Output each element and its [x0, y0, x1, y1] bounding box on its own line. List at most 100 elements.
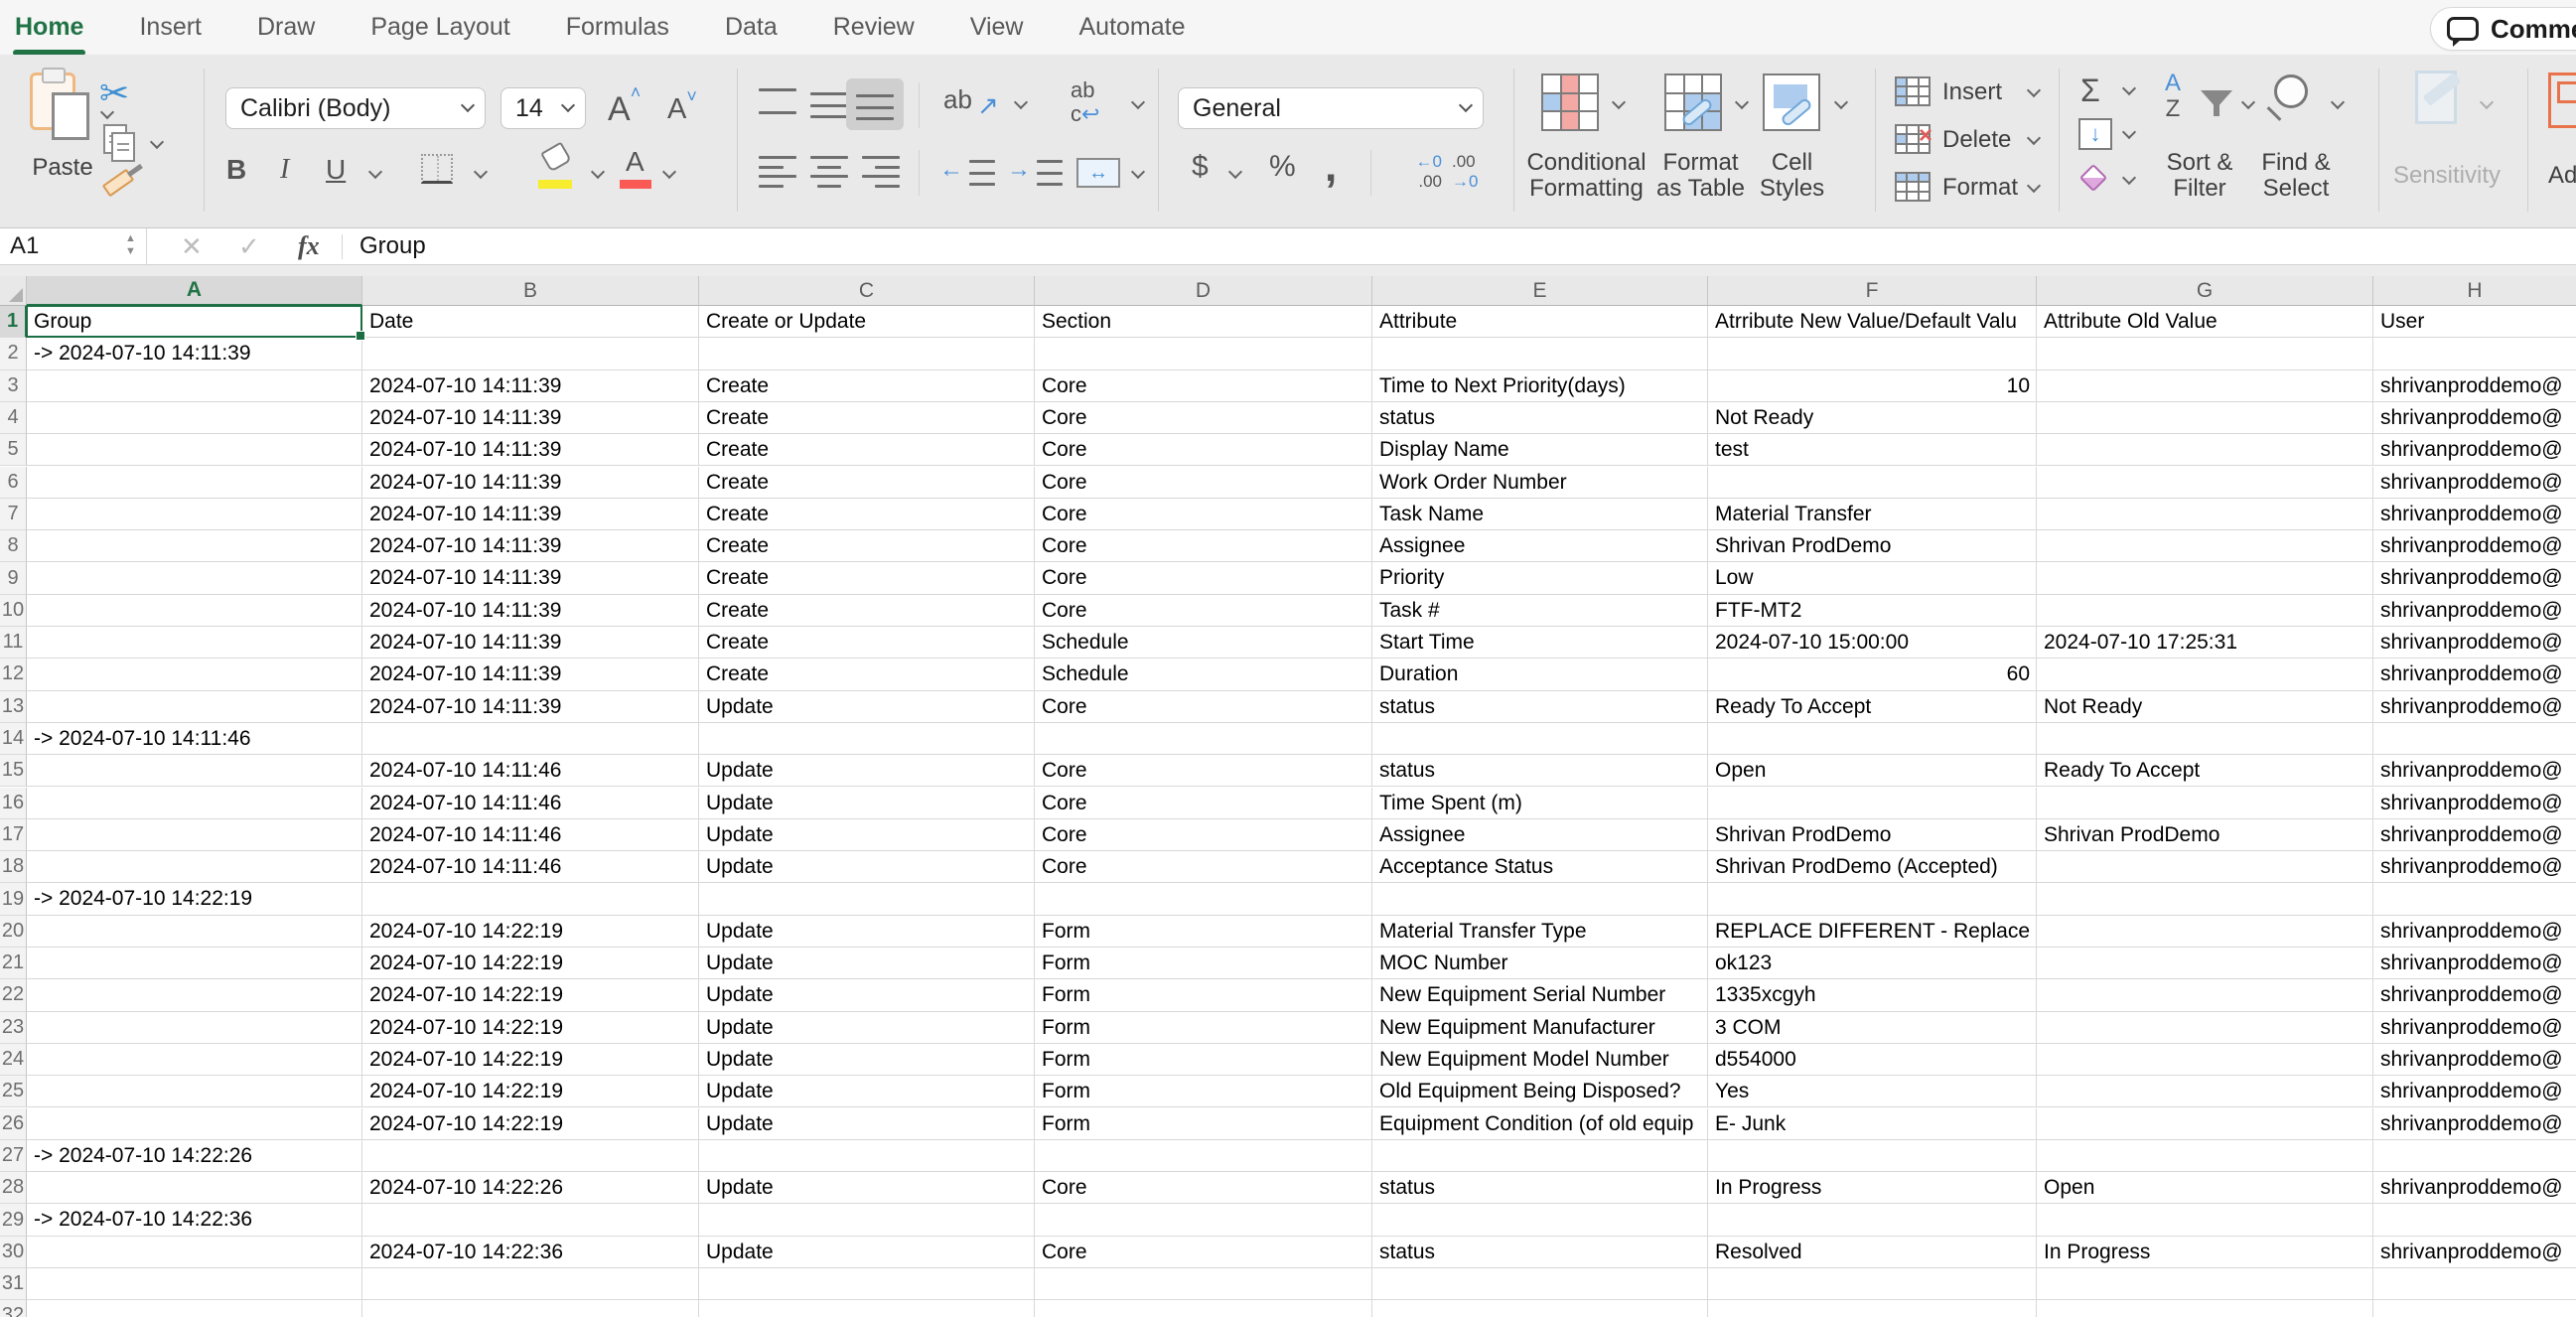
row-header-32[interactable]: 32: [0, 1300, 27, 1317]
cell-D19[interactable]: [1035, 883, 1372, 915]
tab-view[interactable]: View: [968, 9, 1026, 46]
cell-C21[interactable]: Update: [699, 948, 1035, 979]
cell-H3[interactable]: shrivanproddemo@: [2373, 370, 2576, 402]
font-name-select[interactable]: Calibri (Body): [225, 87, 486, 129]
cell-F4[interactable]: Not Ready: [1708, 402, 2037, 434]
cell-B28[interactable]: 2024-07-10 14:22:26: [362, 1172, 699, 1204]
cell-F9[interactable]: Low: [1708, 562, 2037, 594]
cell-D13[interactable]: Core: [1035, 691, 1372, 723]
cell-C23[interactable]: Update: [699, 1012, 1035, 1044]
cell-F24[interactable]: d554000: [1708, 1044, 2037, 1076]
comments-button[interactable]: Comments: [2430, 7, 2576, 51]
row-header-10[interactable]: 10: [0, 595, 27, 627]
cell-C13[interactable]: Update: [699, 691, 1035, 723]
cell-C15[interactable]: Update: [699, 755, 1035, 787]
number-format-select[interactable]: General: [1178, 87, 1484, 129]
cell-G22[interactable]: [2037, 979, 2373, 1011]
cell-E4[interactable]: status: [1372, 402, 1708, 434]
row-header-30[interactable]: 30: [0, 1237, 27, 1268]
cell-D25[interactable]: Form: [1035, 1076, 1372, 1107]
cell-F21[interactable]: ok123: [1708, 948, 2037, 979]
cell-H16[interactable]: shrivanproddemo@: [2373, 788, 2576, 819]
cell-E6[interactable]: Work Order Number: [1372, 467, 1708, 499]
tab-insert[interactable]: Insert: [137, 9, 204, 46]
cell-B7[interactable]: 2024-07-10 14:11:39: [362, 499, 699, 530]
cell-D9[interactable]: Core: [1035, 562, 1372, 594]
cell-A31[interactable]: [27, 1268, 362, 1300]
tab-data[interactable]: Data: [723, 9, 780, 46]
row-header-5[interactable]: 5: [0, 434, 27, 466]
row-header-1[interactable]: 1: [0, 306, 27, 338]
cell-D15[interactable]: Core: [1035, 755, 1372, 787]
name-box-spinner[interactable]: ▲▼: [125, 232, 136, 258]
row-header-31[interactable]: 31: [0, 1268, 27, 1300]
cell-B12[interactable]: 2024-07-10 14:11:39: [362, 658, 699, 690]
cell-C9[interactable]: Create: [699, 562, 1035, 594]
cell-F32[interactable]: [1708, 1300, 2037, 1317]
column-header-D[interactable]: D: [1035, 276, 1372, 306]
cell-E7[interactable]: Task Name: [1372, 499, 1708, 530]
tab-formulas[interactable]: Formulas: [564, 9, 671, 46]
cell-H8[interactable]: shrivanproddemo@: [2373, 530, 2576, 562]
row-header-12[interactable]: 12: [0, 658, 27, 690]
row-header-2[interactable]: 2: [0, 338, 27, 369]
decrease-font-button[interactable]: A˅: [667, 86, 697, 126]
align-top-button[interactable]: [759, 88, 796, 114]
cell-E17[interactable]: Assignee: [1372, 819, 1708, 851]
cell-C27[interactable]: [699, 1140, 1035, 1172]
cell-C32[interactable]: [699, 1300, 1035, 1317]
select-all-corner[interactable]: [0, 276, 27, 306]
cell-E18[interactable]: Acceptance Status: [1372, 851, 1708, 883]
cell-A20[interactable]: [27, 916, 362, 948]
cell-C12[interactable]: Create: [699, 658, 1035, 690]
cell-C17[interactable]: Update: [699, 819, 1035, 851]
cancel-entry-button[interactable]: ✕: [181, 228, 203, 264]
cell-E5[interactable]: Display Name: [1372, 434, 1708, 466]
row-header-11[interactable]: 11: [0, 627, 27, 658]
align-bottom-button[interactable]: [856, 94, 894, 120]
cell-B1[interactable]: Date: [362, 306, 699, 338]
cell-F8[interactable]: Shrivan ProdDemo: [1708, 530, 2037, 562]
cell-B29[interactable]: [362, 1204, 699, 1236]
italic-button[interactable]: I: [280, 154, 289, 186]
cell-A17[interactable]: [27, 819, 362, 851]
bold-button[interactable]: B: [226, 154, 246, 186]
cell-E12[interactable]: Duration: [1372, 658, 1708, 690]
cell-D16[interactable]: Core: [1035, 788, 1372, 819]
cell-D23[interactable]: Form: [1035, 1012, 1372, 1044]
cell-F15[interactable]: Open: [1708, 755, 2037, 787]
cell-H13[interactable]: shrivanproddemo@: [2373, 691, 2576, 723]
cell-D17[interactable]: Core: [1035, 819, 1372, 851]
cell-H28[interactable]: shrivanproddemo@: [2373, 1172, 2576, 1204]
name-box[interactable]: A1 ▲▼: [0, 228, 147, 264]
align-middle-button[interactable]: [810, 92, 848, 118]
column-header-E[interactable]: E: [1372, 276, 1708, 306]
cell-H23[interactable]: shrivanproddemo@: [2373, 1012, 2576, 1044]
cell-C28[interactable]: Update: [699, 1172, 1035, 1204]
cell-A19[interactable]: -> 2024-07-10 14:22:19: [27, 883, 362, 915]
cell-C20[interactable]: Update: [699, 916, 1035, 948]
cell-E28[interactable]: status: [1372, 1172, 1708, 1204]
row-header-25[interactable]: 25: [0, 1076, 27, 1107]
cell-G17[interactable]: Shrivan ProdDemo: [2037, 819, 2373, 851]
cell-H30[interactable]: shrivanproddemo@: [2373, 1237, 2576, 1268]
cell-H24[interactable]: shrivanproddemo@: [2373, 1044, 2576, 1076]
cell-B16[interactable]: 2024-07-10 14:11:46: [362, 788, 699, 819]
cell-F13[interactable]: Ready To Accept: [1708, 691, 2037, 723]
cell-H31[interactable]: [2373, 1268, 2576, 1300]
cell-H25[interactable]: shrivanproddemo@: [2373, 1076, 2576, 1107]
confirm-entry-button[interactable]: ✓: [238, 228, 260, 264]
cell-G16[interactable]: [2037, 788, 2373, 819]
cell-H6[interactable]: shrivanproddemo@: [2373, 467, 2576, 499]
cut-button[interactable]: ✂: [99, 73, 129, 114]
cell-E29[interactable]: [1372, 1204, 1708, 1236]
cell-C18[interactable]: Update: [699, 851, 1035, 883]
cell-G10[interactable]: [2037, 595, 2373, 627]
cell-H9[interactable]: shrivanproddemo@: [2373, 562, 2576, 594]
cell-H1[interactable]: User: [2373, 306, 2576, 338]
decrease-decimal-button[interactable]: ←0.00: [1390, 152, 1442, 192]
cell-F28[interactable]: In Progress: [1708, 1172, 2037, 1204]
cell-F3[interactable]: 10: [1708, 370, 2037, 402]
row-header-24[interactable]: 24: [0, 1044, 27, 1076]
tab-page-layout[interactable]: Page Layout: [368, 9, 511, 46]
